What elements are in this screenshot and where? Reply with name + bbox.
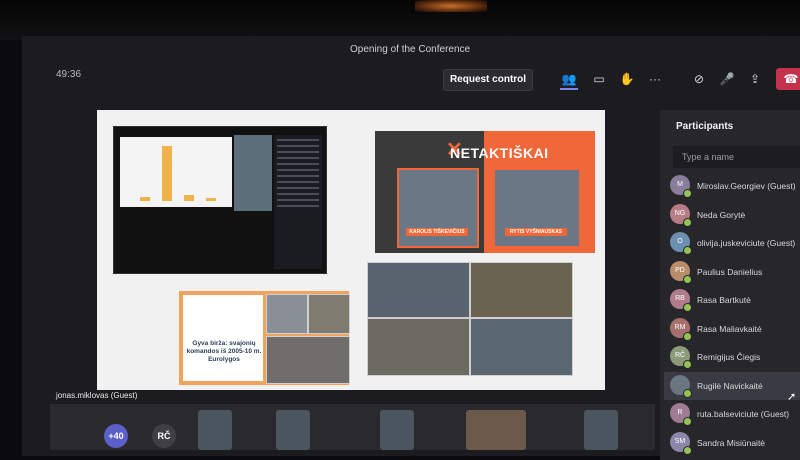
- more-icon[interactable]: ···: [646, 70, 664, 88]
- participant-name: olivija.juskeviciute (Guest): [697, 238, 796, 248]
- camera-off-icon[interactable]: ⊘: [690, 70, 708, 88]
- presence-icon: [683, 360, 692, 369]
- participant-name: Rugilė Navickaitė: [697, 380, 763, 391]
- participant-name: Rasa Maliavkaitė: [697, 323, 762, 334]
- participant-row[interactable]: RM Rasa Maliavkaitė: [664, 315, 800, 343]
- presence-icon: [683, 274, 692, 284]
- ambient-light: [415, 0, 487, 12]
- overflow-count[interactable]: +40: [104, 424, 128, 448]
- participant-row[interactable]: M Miroslav.Georgiev (Guest): [664, 172, 800, 200]
- participant-row[interactable]: NG Neda Gorytė: [664, 201, 800, 229]
- mini-stream: [113, 126, 327, 274]
- video-thumb[interactable]: [380, 410, 414, 450]
- basketnews-caption-box: [183, 295, 263, 381]
- presence-icon: [683, 217, 692, 227]
- participant-row[interactable]: RB Rasa Bartkutė: [664, 286, 800, 314]
- participant-name: Sandra Misiūnaitė: [697, 437, 766, 448]
- video-thumb[interactable]: [584, 410, 618, 450]
- participant-row[interactable]: Rruta.balseviciute (Guest): [664, 400, 800, 428]
- participants-heading: Participants: [676, 121, 734, 132]
- participant-row[interactable]: Oolivija.juskeviciute (Guest): [664, 229, 800, 257]
- stream-tile: [470, 318, 573, 376]
- video-thumb[interactable]: [466, 410, 526, 450]
- guest-name-right: RYTIS VYŠNIAUSKAS: [505, 228, 567, 236]
- meeting-timer: 49:36: [56, 69, 82, 80]
- guest-cam-left: [397, 168, 479, 248]
- chart-bar: [184, 195, 194, 201]
- mouse-cursor-icon: ➚: [787, 391, 797, 403]
- video-thumb[interactable]: [198, 410, 232, 450]
- video-strip: [50, 404, 655, 450]
- mini-webcam: [234, 135, 272, 211]
- presence-icon: [683, 445, 692, 455]
- mic-off-icon[interactable]: 🎤: [718, 70, 736, 88]
- search-placeholder: Type a name: [682, 152, 735, 162]
- stream-tile: [470, 262, 573, 318]
- raise-hand-icon[interactable]: ✋: [618, 70, 636, 88]
- guest-cam-right: [493, 168, 581, 248]
- meeting-title: Opening of the Conference: [350, 44, 471, 55]
- presence-icon: [683, 331, 692, 341]
- stream-tile: [367, 318, 470, 376]
- presence-icon: [683, 189, 692, 198]
- participant-name: Paulius Danielius: [697, 266, 763, 277]
- chart-bar: [162, 146, 172, 201]
- video-thumb[interactable]: [276, 410, 310, 450]
- participant-initials[interactable]: RČ: [152, 424, 176, 448]
- participants-icon[interactable]: 👥: [560, 70, 578, 90]
- participant-row[interactable]: PD Paulius Danielius: [664, 258, 800, 286]
- mini-chat: [274, 135, 322, 269]
- participant-name: Neda Gorytė: [697, 209, 746, 220]
- stream-tile: [367, 262, 470, 318]
- participant-name: Remigijus Čiegis: [697, 352, 761, 362]
- stream-tile: [308, 294, 350, 334]
- presence-icon: [683, 388, 692, 398]
- presence-icon: [683, 303, 692, 312]
- chat-icon[interactable]: ▭: [590, 70, 608, 88]
- stream-tile: [266, 294, 308, 334]
- stream-tile: [266, 336, 350, 384]
- chart-bar: [206, 198, 216, 201]
- netaktiskai-logo: NETAKTIŠKAI: [450, 145, 549, 161]
- chart-bar: [140, 197, 150, 201]
- participant-row[interactable]: Rugilė Navickaitė: [664, 371, 800, 400]
- participant-row[interactable]: SM Sandra Misiūnaitė: [664, 429, 800, 457]
- presence-icon: [683, 246, 692, 255]
- basketnews-caption: Gyva birža: svajonių komandos iš 2005-10…: [186, 340, 262, 363]
- participant-name: ruta.balseviciute (Guest): [697, 409, 790, 419]
- participant-name: Rasa Bartkutė: [697, 295, 751, 305]
- participant-row[interactable]: RČ Remigijus Čiegis: [664, 343, 800, 371]
- hang-up-icon[interactable]: ☎: [776, 68, 800, 90]
- share-icon[interactable]: ⇪: [746, 70, 764, 88]
- participant-name: Miroslav.Georgiev (Guest): [697, 181, 796, 191]
- active-speaker-label: jonas.miklovas (Guest): [56, 391, 138, 400]
- request-control-button[interactable]: Request control: [443, 69, 533, 91]
- guest-name-left: KAROLIS TIŠKEVIČIUS: [406, 228, 468, 236]
- presence-icon: [683, 417, 692, 426]
- mini-chart: [120, 137, 232, 207]
- monitor-bezel: [0, 0, 800, 40]
